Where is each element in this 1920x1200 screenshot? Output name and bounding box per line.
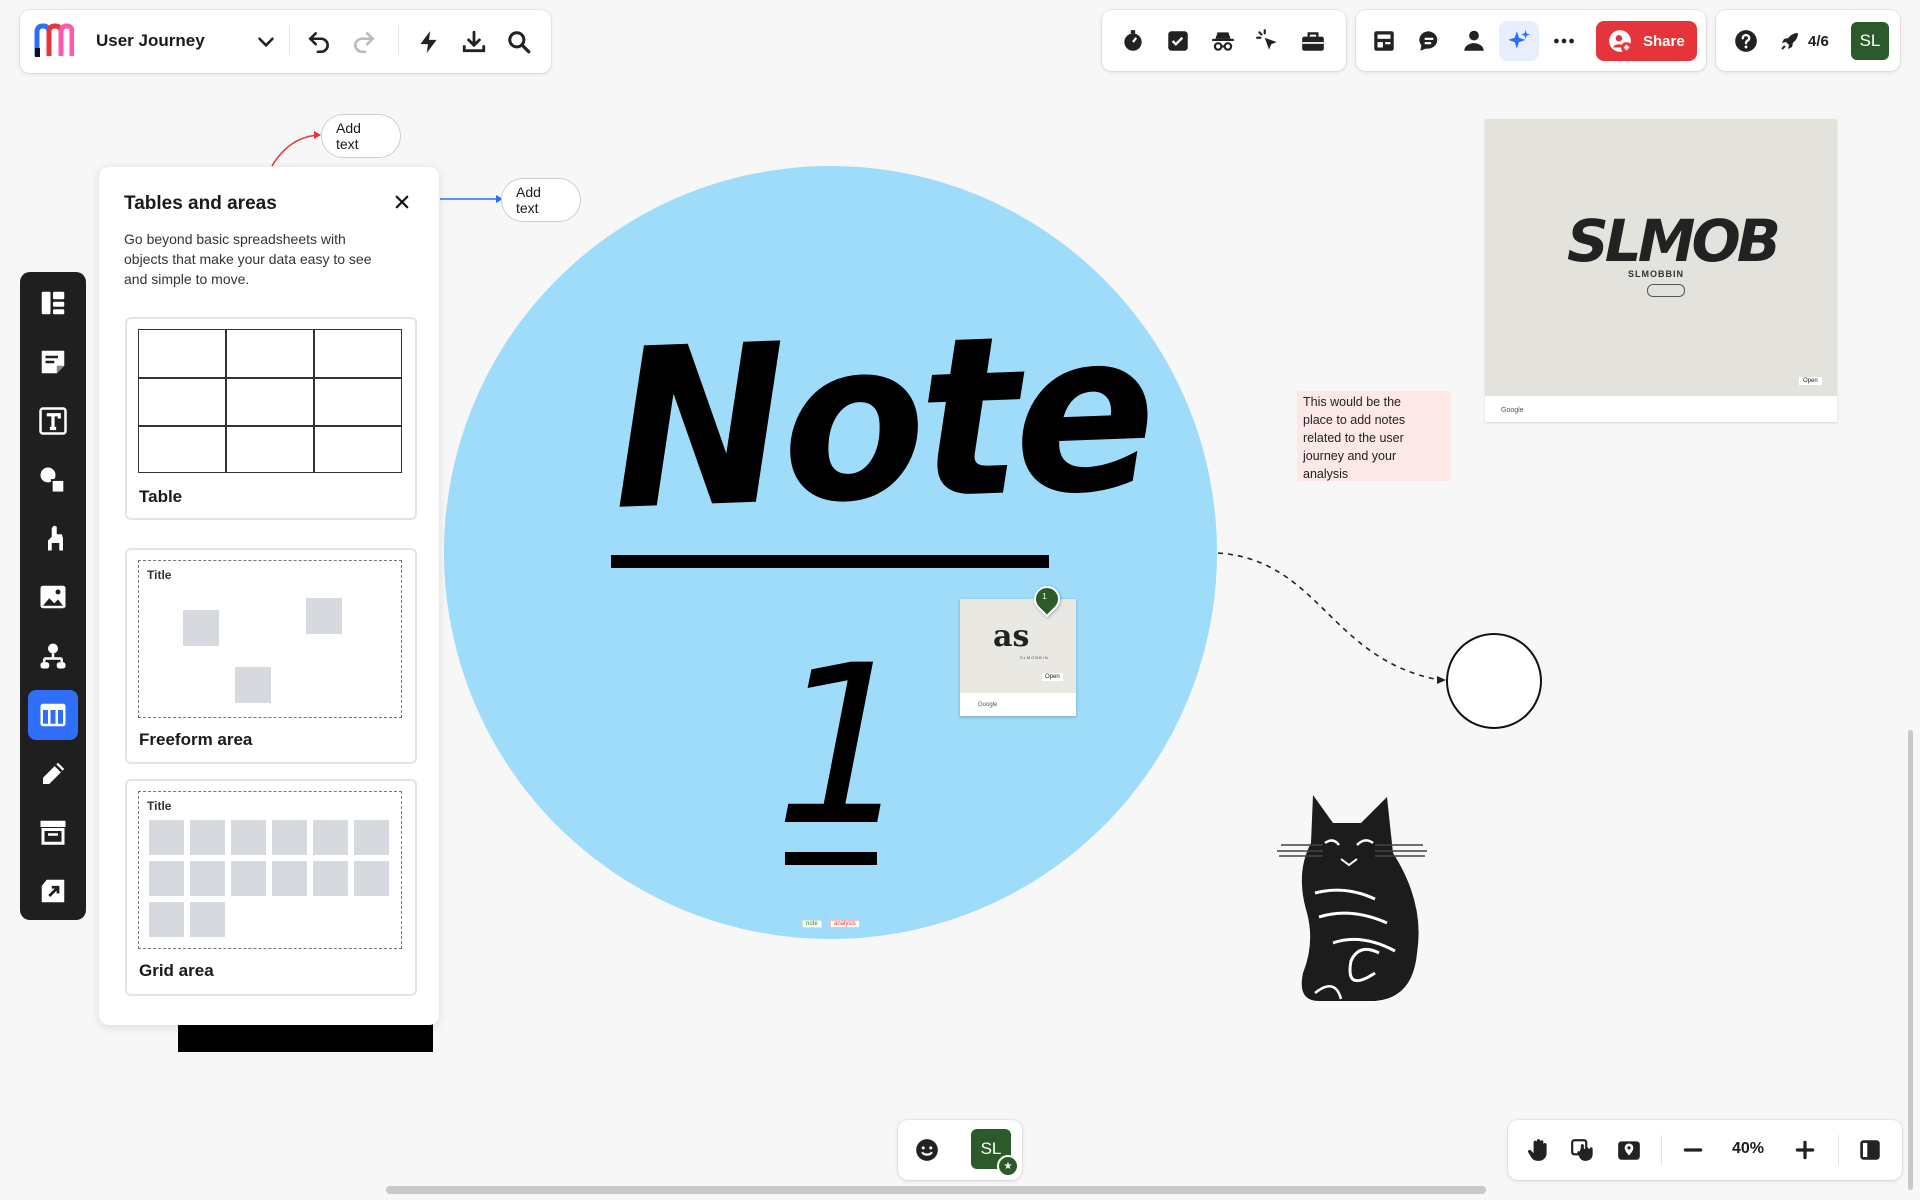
grid-cell (272, 861, 307, 896)
grid-preview-title: Title (147, 799, 172, 813)
grid-cell (149, 861, 184, 896)
freeform-preview: Title (138, 560, 402, 718)
grid-card-label: Grid area (139, 961, 214, 980)
add-text-bubble-2[interactable]: Add text (501, 178, 581, 222)
grid-cell (190, 902, 225, 937)
reactions-bar: SL ★ (898, 1120, 1022, 1180)
grid-line (313, 330, 315, 472)
bottom-avatar-initials: SL (980, 1139, 1002, 1158)
title-underline (611, 555, 1049, 568)
image-card-large[interactable]: SLMOB SLMOBBIN Open Google (1485, 119, 1837, 422)
horizontal-scrollbar[interactable] (386, 1186, 1486, 1194)
zoom-level[interactable]: 40% (1723, 1140, 1773, 1158)
grid-cell (190, 820, 225, 855)
image-card-small-logo: as (993, 619, 1030, 654)
touch-icon[interactable] (1563, 1130, 1603, 1170)
tables-and-areas-panel: Tables and areas Go beyond basic spreads… (99, 167, 439, 1025)
table-preview (138, 329, 402, 473)
grid-cell (190, 861, 225, 896)
bottom-user-avatar[interactable]: SL ★ (971, 1129, 1019, 1177)
note-circle-shape[interactable]: Note 1 note analysis (444, 166, 1217, 939)
placeholder-block (183, 610, 219, 646)
grid-line (139, 425, 401, 427)
grid-area-card[interactable]: Title Grid area (125, 779, 417, 996)
panel-title: Tables and areas (124, 193, 277, 214)
grid-cell (149, 902, 184, 937)
table-card[interactable]: Table (125, 317, 417, 520)
sticky-note[interactable]: This would be the place to add notes rel… (1297, 391, 1451, 481)
image-card-large-source: Google (1501, 407, 1524, 414)
image-card-large-subtext: SLMOBBIN (1628, 269, 1684, 279)
image-card-small-open[interactable]: Open (1042, 673, 1063, 681)
comment-pin-count: 1 (1042, 592, 1047, 602)
freeform-area-card[interactable]: Title Freeform area (125, 548, 417, 764)
vertical-scrollbar[interactable] (1908, 730, 1913, 1190)
grid-cell (313, 820, 348, 855)
image-card-large-logo: SLMOB (1567, 207, 1781, 275)
grid-preview: Title (138, 791, 402, 949)
divider (1661, 1135, 1662, 1165)
note-circle-title: Note (608, 283, 1154, 559)
grid-cell (149, 820, 184, 855)
freeform-preview-title: Title (147, 568, 172, 582)
image-card-small-preview: as SLMOBBIN Open (960, 599, 1076, 693)
placeholder-block (235, 667, 271, 703)
sticky-note-text: This would be the place to add notes rel… (1303, 395, 1406, 481)
tag-analysis[interactable]: analysis (830, 920, 860, 928)
zoom-in-icon[interactable] (1785, 1130, 1825, 1170)
grid-cell (231, 861, 266, 896)
image-card-large-open[interactable]: Open (1799, 377, 1822, 385)
freeform-card-label: Freeform area (139, 730, 253, 749)
tag-note[interactable]: note (802, 920, 822, 928)
grid-cell (354, 820, 389, 855)
table-card-label: Table (139, 487, 183, 506)
image-card-small-subtext: SLMOBBIN (1020, 655, 1049, 660)
grid-line (139, 377, 401, 379)
number-underline (785, 852, 877, 865)
grid-cell (231, 820, 266, 855)
image-card-large-preview: SLMOB SLMOBBIN Open (1485, 119, 1837, 396)
navigation-bar: 40% (1508, 1120, 1902, 1180)
cat-illustration[interactable] (1275, 793, 1435, 1005)
add-text-bubble-1[interactable]: Add text (321, 114, 401, 158)
divider (1838, 1135, 1839, 1165)
grid-line (225, 330, 227, 472)
placeholder-block (306, 598, 342, 634)
circle-shape[interactable] (1446, 633, 1542, 729)
close-icon[interactable] (389, 189, 415, 215)
zoom-out-icon[interactable] (1673, 1130, 1713, 1170)
grid-cell (313, 861, 348, 896)
grid-cell (272, 820, 307, 855)
image-card-small[interactable]: as SLMOBBIN Open Google (960, 599, 1076, 716)
image-card-small-source: Google (978, 702, 998, 708)
image-card-large-badge (1647, 284, 1685, 297)
hand-icon[interactable] (1519, 1130, 1559, 1170)
panel-description: Go beyond basic spreadsheets with object… (124, 231, 372, 287)
grid-cell (354, 861, 389, 896)
star-badge-icon: ★ (997, 1155, 1019, 1177)
note-circle-number: 1 (774, 618, 914, 874)
emoji-icon[interactable] (907, 1130, 947, 1170)
panel-toggle-icon[interactable] (1850, 1130, 1890, 1170)
map-pin-icon[interactable] (1609, 1130, 1649, 1170)
